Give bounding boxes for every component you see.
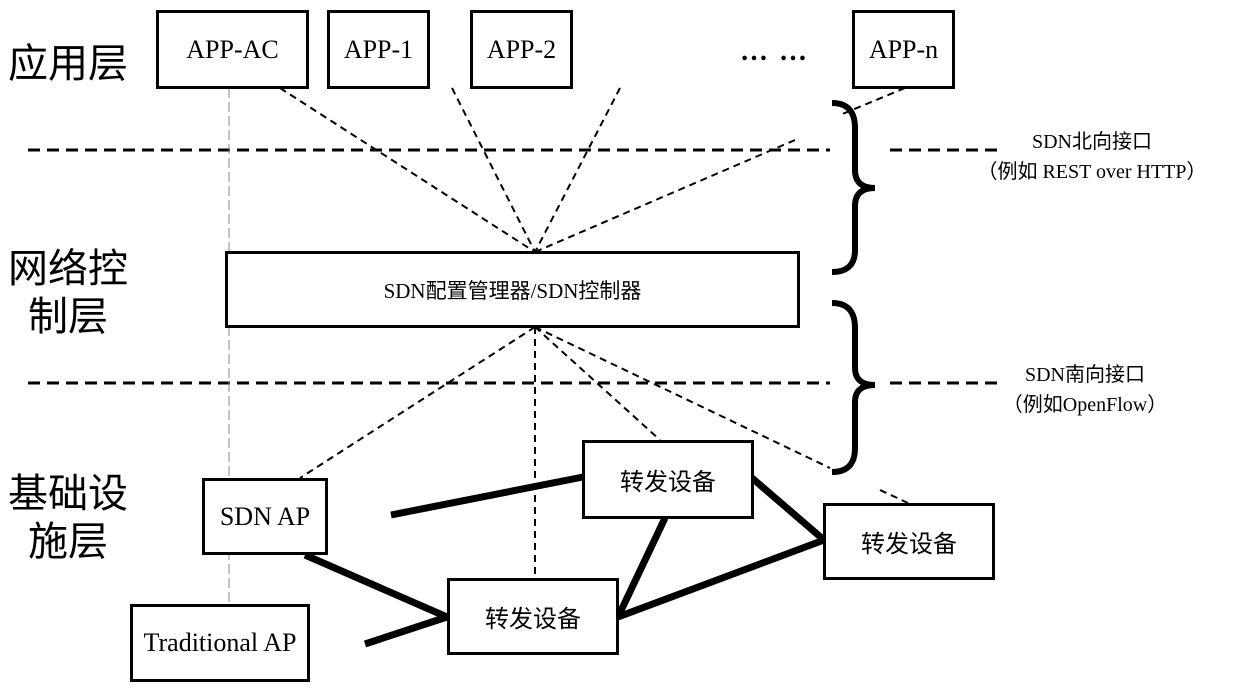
forwarding-device-bottom-label: 转发设备 [485, 605, 581, 633]
sdn-ap-label: SDN AP [219, 501, 311, 531]
layer-label-infra-line1: 基础设 [8, 471, 128, 517]
sdn-controller-label: SDN配置管理器/SDN控制器 [383, 278, 642, 303]
app-2-label: APP-2 [486, 34, 557, 64]
northbound-interface-example: （例如 REST over HTTP） [977, 161, 1207, 183]
app-1-node[interactable]: APP-1 [327, 10, 430, 89]
link-sdn-ap-forwarding-bottom [303, 551, 449, 621]
northbound-brace-icon [831, 100, 876, 275]
app-n-node[interactable]: APP-n [852, 10, 955, 89]
layer-label-control: 网络控 制层 [8, 245, 128, 341]
diagram-lines [28, 87, 1000, 648]
link-app-ac-controller [279, 87, 536, 253]
app-n-label: APP-n [868, 34, 939, 64]
link-app-1-controller [451, 87, 536, 253]
link-brace-forwarding-right [879, 489, 909, 504]
layer-label-infra-line2: 施层 [28, 519, 108, 565]
forwarding-device-top-node[interactable]: 转发设备 [582, 440, 754, 519]
forwarding-device-right-node[interactable]: 转发设备 [823, 503, 995, 580]
more-apps-ellipsis: … … [740, 36, 809, 67]
app-ac-node[interactable]: APP-AC [156, 10, 309, 89]
southbound-interface-title: SDN南向接口 [1024, 364, 1145, 386]
layer-label-infrastructure: 基础设 施层 [8, 470, 128, 566]
sdn-ap-node[interactable]: SDN AP [202, 478, 328, 555]
southbound-interface-example: （例如OpenFlow） [1002, 394, 1168, 416]
traditional-ap-node[interactable]: Traditional AP [130, 604, 310, 682]
app-1-label: APP-1 [343, 34, 414, 64]
northbound-interface-title: SDN北向接口 [1031, 131, 1152, 153]
link-traditional-ap-forwarding-bottom [363, 613, 449, 648]
sdn-controller-node[interactable]: SDN配置管理器/SDN控制器 [225, 251, 800, 328]
link-northbound-controller [534, 139, 796, 253]
layer-label-application: 应用层 [8, 41, 128, 87]
link-forwarding-top-forwarding-right [749, 475, 827, 543]
app-2-node[interactable]: APP-2 [470, 10, 573, 89]
link-sdn-ap-forwarding-top [390, 473, 584, 519]
southbound-brace-icon [831, 300, 876, 475]
forwarding-device-top-label: 转发设备 [620, 468, 716, 496]
app-ac-label: APP-AC [186, 34, 279, 64]
forwarding-device-bottom-node[interactable]: 转发设备 [447, 578, 619, 655]
southbound-interface-label: SDN南向接口 （例如OpenFlow） [970, 360, 1200, 420]
northbound-interface-label: SDN北向接口 （例如 REST over HTTP） [962, 127, 1222, 187]
layer-label-control-line2: 制层 [28, 294, 108, 340]
forwarding-device-right-label: 转发设备 [861, 530, 957, 558]
layer-label-control-line1: 网络控 [8, 246, 128, 292]
link-controller-sdn-ap [299, 326, 536, 479]
traditional-ap-label: Traditional AP [143, 628, 297, 657]
link-app-2-controller [534, 87, 621, 253]
